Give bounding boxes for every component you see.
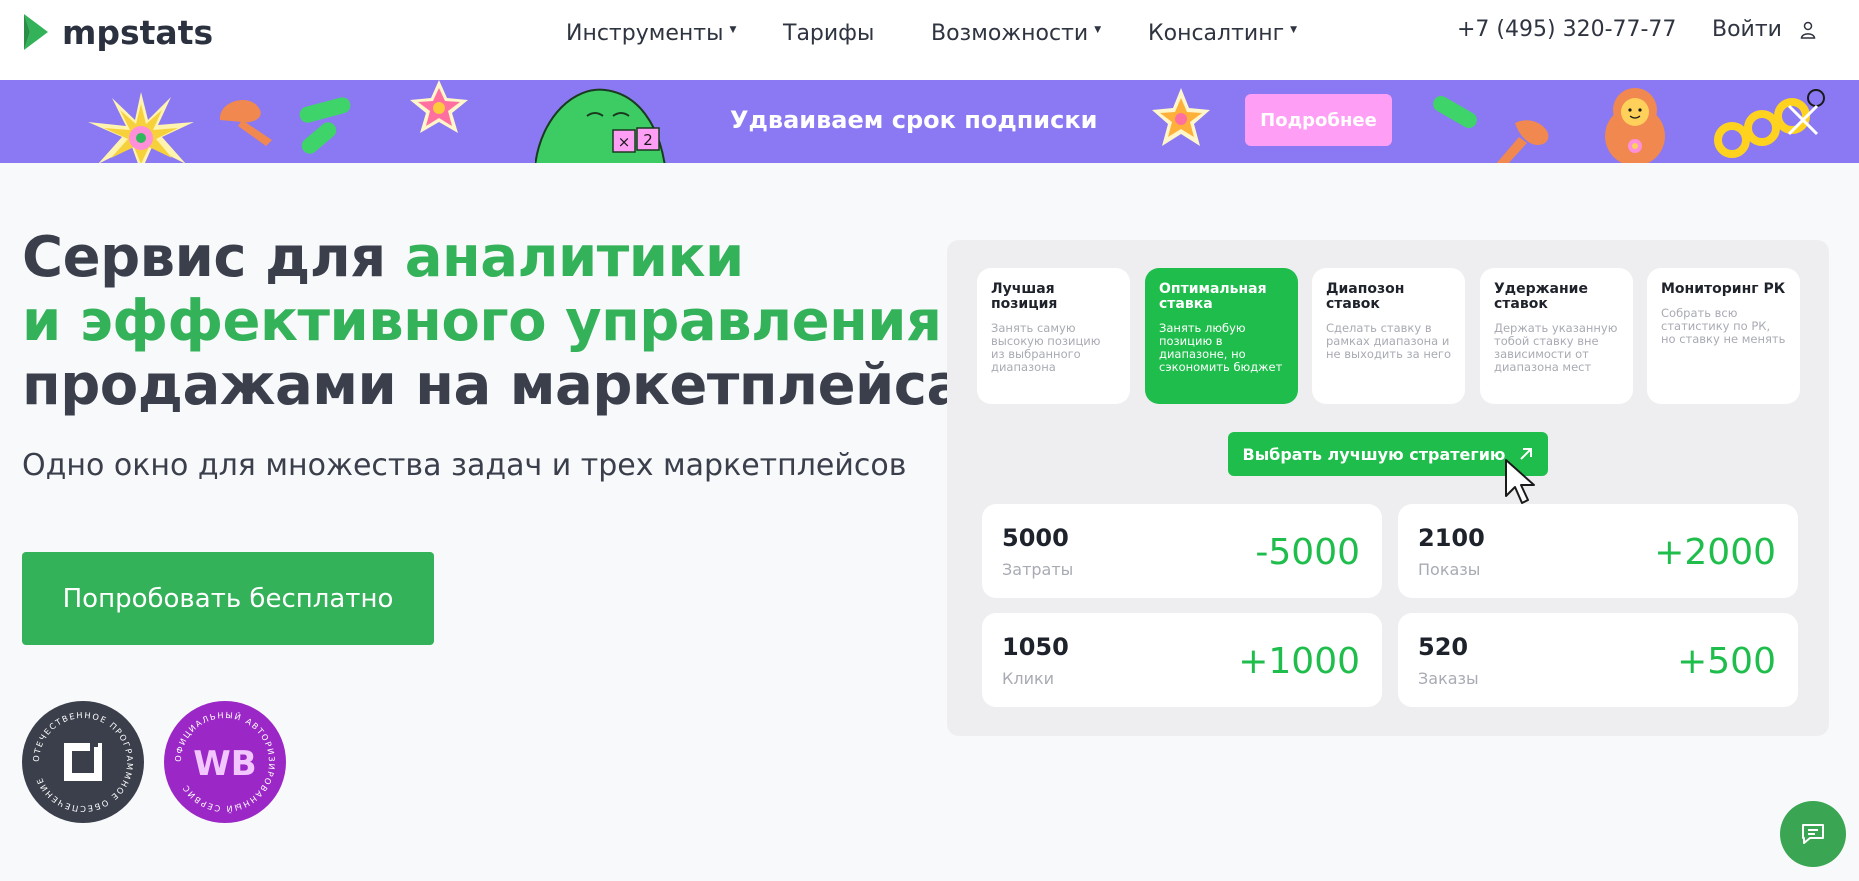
metric-label: Заказы	[1418, 669, 1479, 688]
strategy-desc: Занять любую позицию в диапазоне, но сэк…	[1159, 321, 1283, 374]
nav-label: Тарифы	[783, 20, 875, 46]
phone-link[interactable]: +7 (495) 320-77-77	[1457, 17, 1676, 42]
title-part2: продажами на маркетплейсах	[22, 353, 1000, 418]
strategy-card-bid-hold[interactable]: Удержание ставок Держать указанную тобой…	[1480, 268, 1633, 404]
nav-label: Возможности	[931, 20, 1089, 46]
logo-icon	[24, 14, 48, 50]
star-decoration-icon	[1152, 88, 1210, 146]
hero-subtitle: Одно окно для множества задач и трех мар…	[22, 448, 907, 483]
cursor-icon	[1505, 459, 1535, 504]
mushroom-decoration-icon	[219, 99, 272, 146]
strategy-card-optimal-bid[interactable]: Оптимальная ставка Занять любую позицию …	[1145, 268, 1298, 404]
hero-title: Сервис для аналитики и эффективного упра…	[22, 225, 1000, 418]
software-registry-icon	[64, 743, 102, 781]
metric-card-costs: 5000 Затраты -5000	[982, 504, 1382, 598]
try-free-button[interactable]: Попробовать бесплатно	[22, 552, 434, 645]
mushroom-decoration-icon	[1496, 120, 1549, 163]
close-icon[interactable]	[1783, 100, 1823, 140]
strategy-title: Оптимальная ставка	[1159, 281, 1267, 312]
nav-item-tools[interactable]: Инструменты ▼	[566, 17, 736, 49]
logo-text: mpstats	[62, 12, 214, 52]
metric-card-orders: 520 Заказы +500	[1398, 613, 1798, 707]
nav-item-features[interactable]: Возможности ▼	[931, 17, 1101, 49]
metric-value: 2100	[1418, 524, 1485, 552]
title-accent-2: и эффективного управления	[22, 289, 942, 354]
strategy-title: Диапозон ставок	[1326, 281, 1405, 312]
matryoshka-decoration-icon	[1605, 88, 1665, 163]
chat-button[interactable]	[1780, 801, 1846, 867]
metric-card-impressions: 2100 Показы +2000	[1398, 504, 1798, 598]
metric-value: 5000	[1002, 524, 1069, 552]
choose-strategy-label: Выбрать лучшую стратегию	[1242, 444, 1506, 464]
strategy-title: Лучшая позиция	[991, 281, 1058, 312]
title-part1: Сервис для	[22, 225, 405, 290]
pill-decoration-icon	[1433, 96, 1477, 128]
metric-card-clicks: 1050 Клики +1000	[982, 613, 1382, 707]
nav-item-pricing[interactable]: Тарифы	[783, 17, 874, 49]
strategy-desc: Занять самую высокую позицию из выбранно…	[991, 321, 1101, 374]
metric-label: Клики	[1002, 669, 1055, 688]
caret-down-icon: ▼	[1094, 25, 1102, 35]
nav-label: Консалтинг	[1148, 20, 1285, 46]
nav-item-consulting[interactable]: Консалтинг ▼	[1148, 17, 1297, 49]
strategy-title: Мониторинг РК	[1661, 281, 1786, 297]
strategy-desc: Собрать всю статистику по РК, но ставку …	[1661, 306, 1786, 346]
caret-down-icon: ▼	[1290, 25, 1298, 35]
strategy-dashboard: Лучшая позиция Занять самую высокую пози…	[947, 240, 1829, 736]
star-decoration-icon	[410, 80, 468, 133]
wb-authorized-badge: ОФИЦИАЛЬНЫЙ АВТОРИЗИРОВАННЫЙ СЕРВИС WB	[164, 701, 286, 823]
strategy-title: Удержание ставок	[1494, 281, 1588, 312]
mascot-decoration-icon: × 2	[535, 88, 666, 163]
x2-number: 2	[643, 131, 653, 149]
metric-label: Показы	[1418, 560, 1481, 579]
wb-logo: WB	[193, 744, 256, 784]
pill-decoration-icon	[299, 97, 351, 154]
strategy-card-best-position[interactable]: Лучшая позиция Занять самую высокую пози…	[977, 268, 1130, 404]
metric-delta: +1000	[1238, 641, 1360, 682]
strategy-desc: Держать указанную тобой ставку вне завис…	[1494, 321, 1618, 374]
x2-multiplier: ×	[618, 133, 631, 151]
banner-text: Удваиваем срок подписки	[730, 106, 1098, 134]
domestic-software-badge: ОТЕЧЕСТВЕННОЕ ПРОГРАММНОЕ ОБЕСПЕЧЕНИЕ	[22, 701, 144, 823]
strategy-card-bid-range[interactable]: Диапозон ставок Сделать ставку в рамках …	[1312, 268, 1465, 404]
metric-delta: +500	[1677, 641, 1776, 682]
choose-strategy-button[interactable]: Выбрать лучшую стратегию	[1228, 432, 1548, 476]
logo[interactable]: mpstats	[22, 12, 213, 52]
metric-label: Затраты	[1002, 560, 1074, 579]
title-accent-1: аналитики	[404, 225, 744, 290]
site-header: mpstats Инструменты ▼ Тарифы Возможности ▼…	[0, 0, 1859, 80]
login-button[interactable]: Войти	[1712, 17, 1816, 42]
metric-value: 1050	[1002, 633, 1069, 661]
metric-value: 520	[1418, 633, 1469, 661]
caret-down-icon: ▼	[729, 25, 737, 35]
metric-delta: -5000	[1255, 532, 1360, 573]
chat-icon	[1802, 824, 1824, 844]
nav-label: Инструменты	[566, 20, 724, 46]
banner-more-button[interactable]: Подробнее	[1245, 94, 1392, 146]
login-label: Войти	[1712, 17, 1782, 42]
metric-delta: +2000	[1654, 532, 1776, 573]
user-icon	[1800, 21, 1816, 39]
strategy-desc: Сделать ставку в рамках диапазона и не в…	[1326, 321, 1451, 361]
promo-banner: × 2 Удваиваем срок подписки Подробнее	[0, 80, 1859, 163]
starburst-decoration-icon	[88, 92, 194, 163]
strategy-card-monitoring[interactable]: Мониторинг РК Собрать всю статистику по …	[1647, 268, 1800, 404]
